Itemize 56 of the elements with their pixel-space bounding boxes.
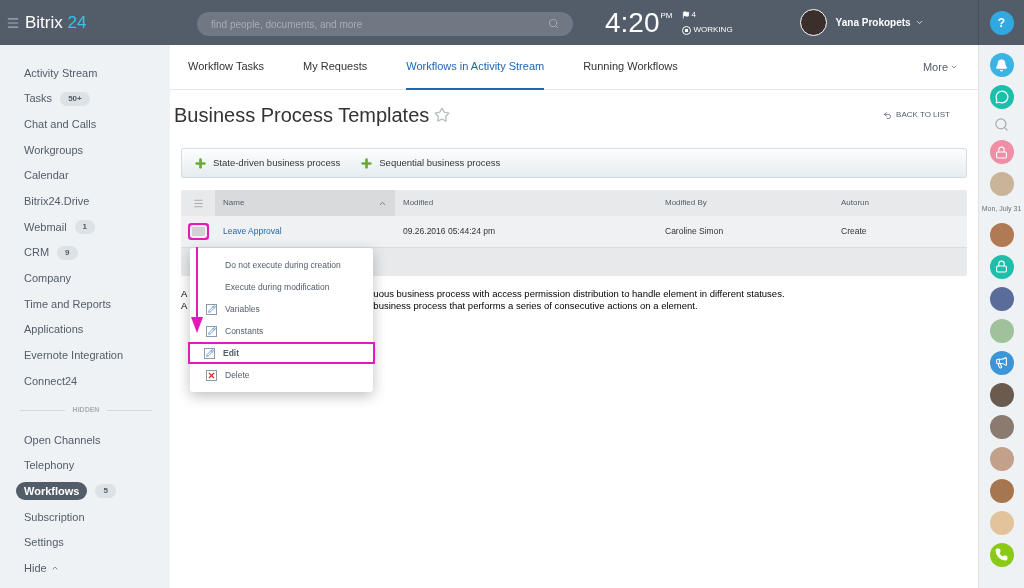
sidebar-item[interactable]: Activity Stream xyxy=(24,64,98,82)
sidebar-item[interactable]: Subscription xyxy=(24,508,85,526)
clock-time: 4:20 xyxy=(605,8,660,37)
sidebar-item[interactable]: Bitrix24.Drive xyxy=(24,193,90,210)
sidebar-item[interactable]: Telephony xyxy=(24,457,75,474)
table-cell-text: 09.26.2016 05:44:24 pm xyxy=(402,225,497,238)
user-name[interactable]: Yana Prokopets xyxy=(835,15,911,30)
sidebar-item[interactable]: Time and Reports xyxy=(24,295,112,313)
menu-item[interactable]: Do not execute during creation xyxy=(206,254,373,276)
work-status[interactable]: WORKING xyxy=(693,24,733,36)
sidebar-item[interactable]: Applications xyxy=(24,321,84,338)
back-link[interactable]: BACK TO LIST xyxy=(883,109,950,121)
more-menu[interactable]: More xyxy=(922,58,958,76)
sidebar-item[interactable]: Company xyxy=(24,270,72,287)
note-text: A xyxy=(181,300,188,312)
column-header[interactable]: Autorun xyxy=(833,190,967,216)
add-process-button[interactable]: Sequential business process xyxy=(360,155,501,171)
column-header[interactable]: Modified By xyxy=(657,190,833,216)
table-cell-text: Caroline Simon xyxy=(664,225,725,238)
sidebar-item[interactable]: Settings xyxy=(24,534,64,551)
hide-toggle[interactable]: Hide xyxy=(24,559,47,577)
count-badge: 50+ xyxy=(60,91,90,106)
tab[interactable]: Running Workflows xyxy=(583,44,678,90)
column-header[interactable]: Modified xyxy=(395,190,657,216)
sidebar-item[interactable]: Open Channels xyxy=(24,431,101,449)
sidebar-item[interactable]: Workflows xyxy=(16,481,88,501)
note-text: A xyxy=(181,288,188,300)
menu-item[interactable]: Variables xyxy=(206,298,373,320)
sidebar-item[interactable]: Workgroups xyxy=(24,141,84,159)
clock-period: PM xyxy=(660,10,673,22)
menu-item[interactable]: Delete xyxy=(206,364,373,386)
note-text: uous business process with access permission distribution to handle element in different statuses. xyxy=(373,288,785,300)
tab[interactable]: My Requests xyxy=(303,44,368,90)
sidebar-item[interactable]: Calendar xyxy=(24,167,69,184)
sidebar-item[interactable]: CRM xyxy=(24,244,50,261)
sidebar-item[interactable]: Webmail xyxy=(24,218,67,236)
add-process-button[interactable]: State-driven business process xyxy=(194,155,341,171)
page-title: Business Process Templates xyxy=(174,103,430,128)
menu-item[interactable]: Execute during modification xyxy=(206,276,373,298)
note-text: business process that performs a series of consecutive actions on a element. xyxy=(373,300,698,312)
sidebar-item[interactable]: Evernote Integration xyxy=(24,347,124,364)
flag-count: 4 xyxy=(691,9,696,21)
tab[interactable]: Workflows in Activity Stream xyxy=(406,44,545,90)
column-header[interactable]: Name xyxy=(215,190,395,216)
count-badge: 1 xyxy=(74,219,96,234)
sidebar-item[interactable]: Chat and Calls xyxy=(24,115,97,133)
logo[interactable]: Bitrix 24 xyxy=(25,9,175,36)
count-badge: 5 xyxy=(95,484,116,499)
table-cell-text: Create xyxy=(840,225,868,238)
sidebar-item[interactable]: Tasks xyxy=(24,90,53,107)
template-link[interactable]: Leave Approval xyxy=(215,225,395,238)
tab[interactable]: Workflow Tasks xyxy=(188,44,264,90)
menu-item[interactable]: Constants xyxy=(206,320,373,342)
menu-item[interactable]: Edit xyxy=(188,342,375,364)
sidebar-item[interactable]: Connect24 xyxy=(24,372,78,390)
count-badge: 9 xyxy=(57,245,78,260)
